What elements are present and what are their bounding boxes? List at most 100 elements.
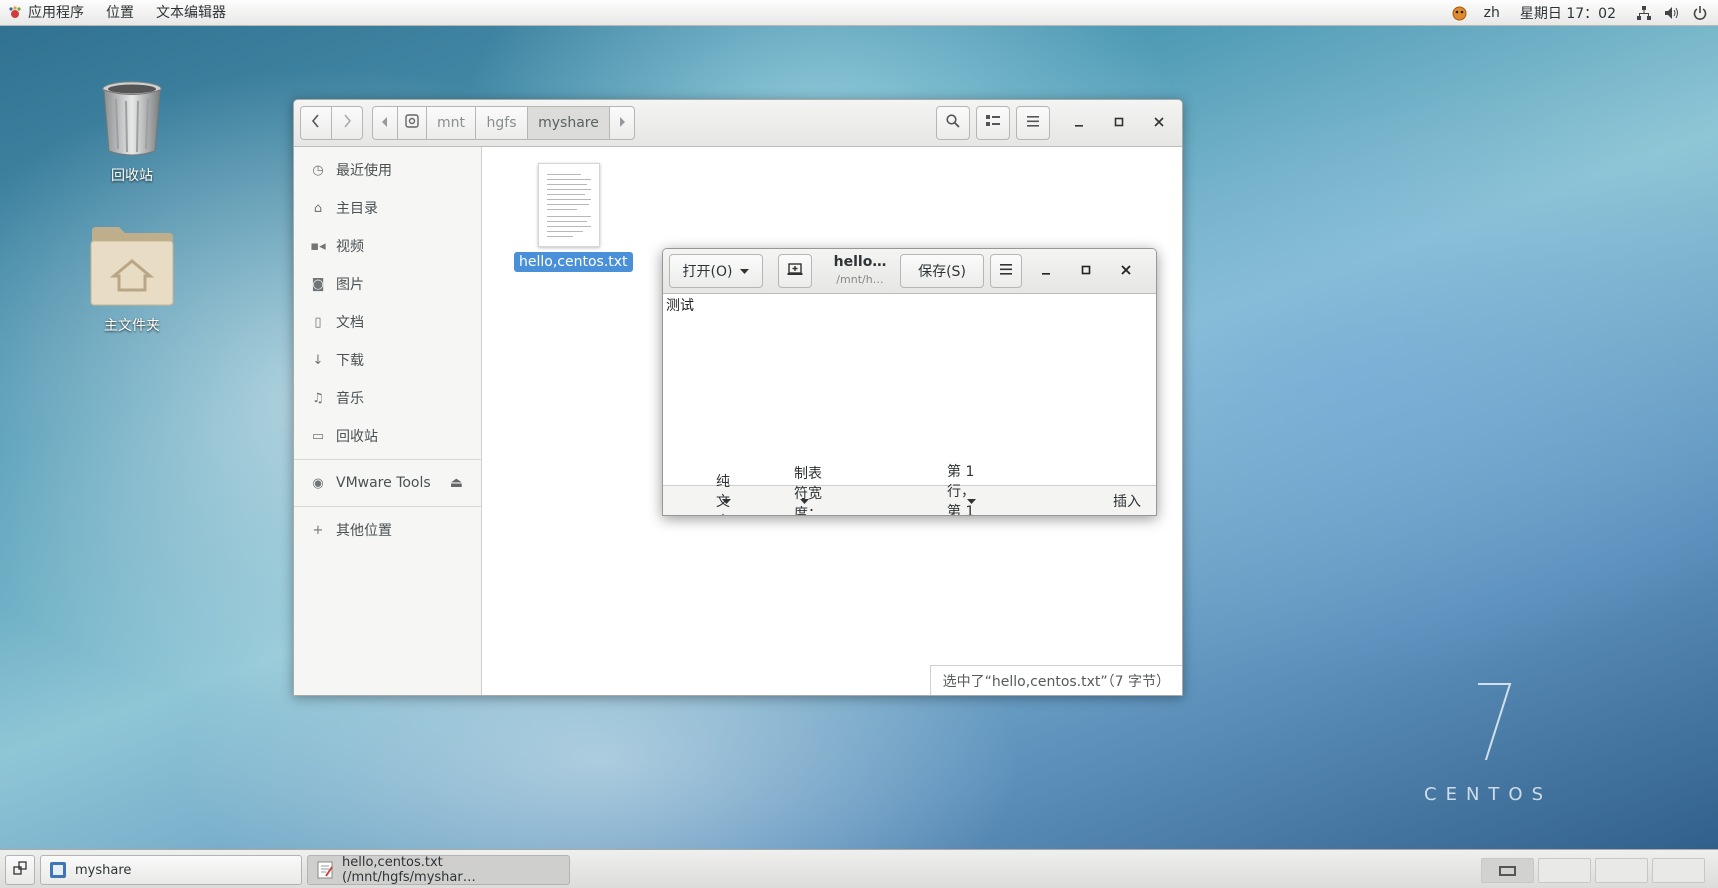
eject-icon[interactable]: ⏏ (450, 475, 463, 491)
editor-statusbar: 纯文本 制表符宽度：8 第 1 行，第 1 列 插入 (663, 464, 1156, 515)
show-desktop-button[interactable] (5, 855, 35, 885)
applications-menu-label: 应用程序 (28, 4, 84, 21)
power-icon[interactable] (1692, 6, 1708, 20)
video-icon: ▪◂ (310, 238, 326, 254)
close-button[interactable] (1146, 106, 1172, 140)
workspace-window-thumb (1499, 866, 1516, 876)
desktop-home-folder-label: 主文件夹 (104, 318, 160, 334)
taskbar-item-files[interactable]: myshare (40, 855, 302, 885)
sidebar-item-trash[interactable]: ▭ 回收站 (294, 417, 481, 455)
desktop-trash[interactable]: 回收站 (77, 78, 187, 185)
sidebar-item-vmware-tools[interactable]: ◉ VMware Tools ⏏ (294, 464, 481, 502)
close-icon (1121, 263, 1131, 279)
minimize-icon (1041, 263, 1051, 279)
text-editor-app-menu[interactable]: 文本编辑器 (145, 0, 237, 26)
hamburger-icon (1000, 263, 1012, 279)
sidebar-item-label: 其他位置 (336, 523, 392, 539)
text-editor-window: 打开(O) hello… /mnt/h… 保存(S) 测试 纯文本 制 (662, 248, 1157, 516)
insert-mode: 插入 (1113, 493, 1141, 510)
sidebar-item-downloads[interactable]: ↓ 下载 (294, 341, 481, 379)
maximize-icon (1081, 263, 1091, 279)
trash-small-icon: ▭ (311, 428, 325, 444)
path-crumb-myshare[interactable]: myshare (527, 106, 610, 140)
view-mode-button[interactable] (976, 106, 1010, 140)
document-icon: ▯ (314, 314, 322, 330)
path-scroll-right[interactable] (609, 106, 635, 140)
files-app-icon (49, 861, 67, 879)
network-icon[interactable] (1636, 6, 1652, 20)
sidebar-item-label: 视频 (336, 239, 364, 255)
text-editor-headerbar: 打开(O) hello… /mnt/h… 保存(S) (663, 249, 1156, 294)
path-scroll-left[interactable] (372, 106, 398, 140)
workspace-2[interactable] (1538, 858, 1591, 883)
path-crumb-hgfs[interactable]: hgfs (475, 106, 528, 140)
taskbar-item-text-editor[interactable]: hello,centos.txt (/mnt/hgfs/myshar… (307, 855, 570, 885)
taskbar-item-label: hello,centos.txt (/mnt/hgfs/myshar… (342, 855, 476, 885)
workspace-4[interactable] (1652, 858, 1705, 883)
path-crumb-mnt[interactable]: mnt (426, 106, 476, 140)
hamburger-icon (1027, 115, 1039, 131)
trash-icon (97, 78, 167, 160)
clock[interactable]: 星期日 17：02 (1520, 3, 1616, 23)
back-button[interactable] (300, 106, 332, 140)
editor-maximize-button[interactable] (1073, 254, 1099, 288)
home-icon: ⌂ (313, 200, 323, 216)
workspace-3[interactable] (1595, 858, 1648, 883)
selection-status: 选中了“hello,centos.txt”（7 字节） (929, 665, 1182, 695)
path-root-button[interactable] (397, 106, 427, 140)
new-document-button[interactable] (778, 254, 812, 288)
maximize-button[interactable] (1106, 106, 1132, 140)
applications-menu[interactable]: 应用程序 (0, 0, 95, 26)
chevron-down-icon (967, 493, 976, 509)
forward-button[interactable] (331, 106, 363, 140)
sidebar-divider (294, 459, 481, 460)
chevron-right-icon (342, 114, 352, 132)
sidebar-item-label: 音乐 (336, 391, 364, 407)
centos-seven-mark (1478, 683, 1512, 767)
input-language[interactable]: zh (1484, 5, 1500, 21)
close-icon (1154, 115, 1164, 131)
clock-icon: ◷ (312, 162, 324, 178)
save-button[interactable]: 保存(S) (900, 254, 984, 288)
file-manager-headerbar: mnt hgfs myshare (294, 100, 1182, 147)
centos-wordmark: CENTOS (1424, 784, 1552, 805)
sidebar-item-pictures[interactable]: ◙ 图片 (294, 265, 481, 303)
accessibility-icon[interactable] (1452, 5, 1468, 21)
search-button[interactable] (936, 106, 970, 140)
arrow-left-small-icon (382, 115, 388, 131)
camera-icon: ◙ (311, 276, 325, 292)
text-area[interactable]: 测试 (663, 294, 1156, 485)
bottom-panel: myshare hello,centos.txt (/mnt/hgfs/mysh… (0, 849, 1718, 888)
chevron-down-icon (800, 493, 809, 509)
sidebar-item-recent[interactable]: ◷ 最近使用 (294, 151, 481, 189)
sidebar-item-other-locations[interactable]: + 其他位置 (294, 511, 481, 549)
download-icon: ↓ (312, 352, 324, 368)
list-view-icon (986, 115, 1000, 131)
sidebar-item-home[interactable]: ⌂ 主目录 (294, 189, 481, 227)
menu-button[interactable] (1016, 106, 1050, 140)
desktop-home-folder[interactable]: 主文件夹 (77, 224, 187, 335)
sidebar-item-documents[interactable]: ▯ 文档 (294, 303, 481, 341)
text-editor-app-icon (316, 861, 334, 879)
sidebar-item-label: 回收站 (336, 429, 378, 445)
disc-icon: ◉ (312, 475, 324, 491)
arrow-right-small-icon (619, 115, 625, 131)
sidebar-item-label: 文档 (336, 315, 364, 331)
volume-icon[interactable] (1664, 6, 1680, 20)
file-name-label: hello,centos.txt (514, 252, 633, 272)
home-folder-icon (87, 224, 177, 308)
file-item[interactable]: hello,centos.txt (514, 163, 633, 272)
chevron-down-icon (740, 263, 750, 279)
sidebar-item-music[interactable]: ♫ 音乐 (294, 379, 481, 417)
workspace-1[interactable] (1481, 858, 1534, 883)
sidebar-item-label: VMware Tools (336, 475, 431, 491)
open-button[interactable]: 打开(O) (669, 254, 763, 288)
top-panel: 应用程序 位置 文本编辑器 zh 星期日 17：02 (0, 0, 1718, 26)
places-menu[interactable]: 位置 (95, 0, 145, 26)
editor-close-button[interactable] (1113, 254, 1139, 288)
minimize-button[interactable] (1066, 106, 1092, 140)
sidebar-item-videos[interactable]: ▪◂ 视频 (294, 227, 481, 265)
editor-menu-button[interactable] (990, 254, 1022, 288)
sidebar-item-label: 下载 (336, 353, 364, 369)
editor-minimize-button[interactable] (1033, 254, 1059, 288)
